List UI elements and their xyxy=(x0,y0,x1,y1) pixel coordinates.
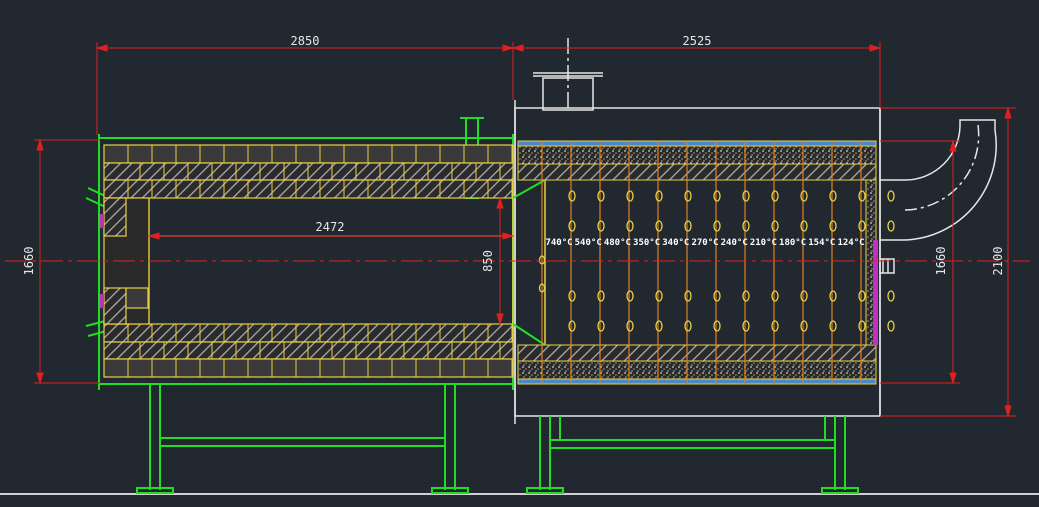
tube-coil xyxy=(829,290,837,302)
tube-coil xyxy=(713,290,721,302)
dim-right-length: 2525 xyxy=(683,34,712,48)
tube-coil xyxy=(713,320,721,332)
dim-right-total-height: 2100 xyxy=(991,247,1005,276)
dim-left-length: 2850 xyxy=(291,34,320,48)
refractory-right xyxy=(517,140,878,385)
temperature-labels: 740°C 540°C 480°C 350°C 340°C 270°C 240°C 210°C… xyxy=(545,238,864,248)
tube-coil xyxy=(742,190,750,202)
dim-tube-length: 2472 xyxy=(316,220,345,234)
tube-coil xyxy=(626,190,634,202)
dim-inner-height: 850 xyxy=(481,250,495,272)
tube-coil xyxy=(597,290,605,302)
tube-coil xyxy=(568,220,576,232)
tube-coil xyxy=(597,220,605,232)
tube-coil xyxy=(568,290,576,302)
tube-coil xyxy=(829,190,837,202)
tube-coil xyxy=(684,190,692,202)
tube-coil xyxy=(655,190,663,202)
tube-coil xyxy=(655,290,663,302)
seal-patch-left-top xyxy=(100,214,104,228)
temperature-label: 210°C xyxy=(750,238,777,248)
tube-coil xyxy=(800,190,808,202)
tube-coil xyxy=(829,320,837,332)
tube-coil xyxy=(800,290,808,302)
tube-coil xyxy=(771,190,779,202)
temperature-label: 180°C xyxy=(779,238,806,248)
tube-coil xyxy=(800,320,808,332)
support-legs xyxy=(136,384,859,494)
tube-coil xyxy=(887,190,895,202)
seal-patch-left xyxy=(100,294,104,308)
tube-coil xyxy=(887,290,895,302)
tube-coil xyxy=(771,220,779,232)
tube-coil xyxy=(568,320,576,332)
temperature-label: 740°C xyxy=(545,238,572,248)
tube-coil xyxy=(742,320,750,332)
tube-coil xyxy=(626,290,634,302)
temperature-label: 540°C xyxy=(575,238,602,248)
tube-coil xyxy=(626,220,634,232)
tube-coil xyxy=(858,220,866,232)
dim-left-height: 1660 xyxy=(22,247,36,276)
tube-coil xyxy=(858,320,866,332)
cad-drawing: 2850 2525 2472 850 1660 1660 2100 740°C 5… xyxy=(0,34,1039,495)
tube-coil xyxy=(684,320,692,332)
tube-coil xyxy=(684,220,692,232)
tube-coil xyxy=(568,190,576,202)
tube-coil xyxy=(626,320,634,332)
tube-coil xyxy=(800,220,808,232)
temperature-label: 124°C xyxy=(837,238,864,248)
tube-coil xyxy=(771,320,779,332)
temperature-label: 240°C xyxy=(721,238,748,248)
tube-coil xyxy=(771,290,779,302)
tube-coil xyxy=(858,290,866,302)
dim-right-inner-height: 1660 xyxy=(934,247,948,276)
tube-coil xyxy=(887,320,895,332)
temperature-label: 480°C xyxy=(604,238,631,248)
temperature-label: 340°C xyxy=(662,238,689,248)
tube-coil xyxy=(597,320,605,332)
tube-coil xyxy=(655,220,663,232)
temperature-label: 154°C xyxy=(808,238,835,248)
tube-coil xyxy=(713,190,721,202)
tube-coil xyxy=(858,190,866,202)
temperature-label: 270°C xyxy=(691,238,718,248)
tube-coil xyxy=(597,190,605,202)
tube-coil xyxy=(887,220,895,232)
tube-coil xyxy=(742,290,750,302)
tube-coil xyxy=(829,220,837,232)
temperature-label: 350°C xyxy=(633,238,660,248)
tube-coil xyxy=(713,220,721,232)
tube-coil xyxy=(655,320,663,332)
tube-coil xyxy=(742,220,750,232)
tube-coil xyxy=(684,290,692,302)
